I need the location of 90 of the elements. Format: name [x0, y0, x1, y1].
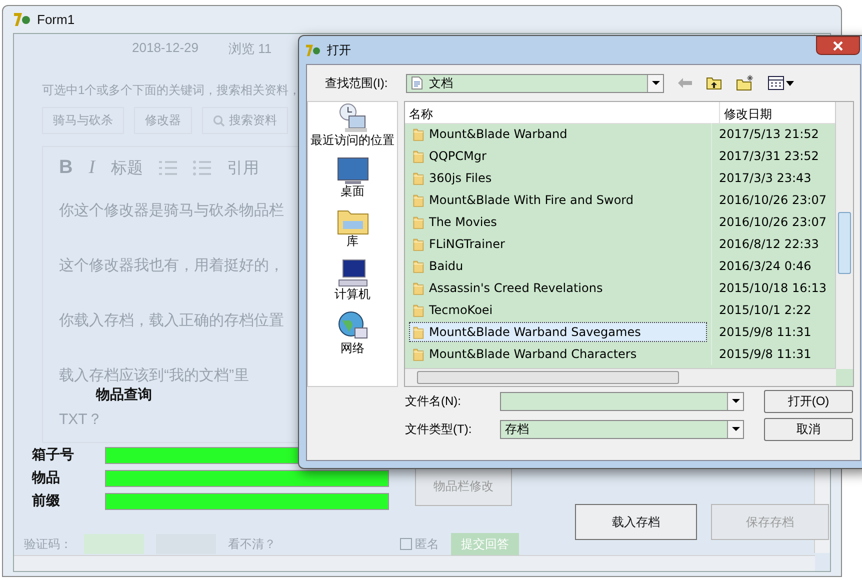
answer-paragraph: 这个修改器我也有，用着挺好的， — [59, 256, 284, 276]
folder-icon — [412, 258, 424, 274]
date-cell: 2015/9/8 11:31 — [711, 321, 812, 343]
file-type-dropdown[interactable]: 存档 — [500, 420, 744, 438]
hint-text: 可选中1个或多个下面的关键词，搜索相关资料， — [42, 82, 301, 99]
folder-icon — [412, 214, 424, 230]
file-row[interactable]: QQPCMgr — [409, 146, 707, 166]
caret-icon — [652, 81, 660, 85]
input-field[interactable] — [105, 470, 389, 486]
up-folder-icon[interactable] — [706, 76, 722, 90]
folder-icon — [412, 236, 424, 252]
field-label: 箱子号 — [32, 446, 75, 464]
checkbox[interactable] — [400, 538, 412, 550]
view-menu-icon[interactable] — [768, 76, 794, 90]
file-row[interactable]: Mount&Blade Warband — [409, 124, 707, 144]
date-cell: 2016/3/24 0:46 — [711, 255, 812, 277]
date-cell: 2015/10/18 16:13 — [711, 277, 827, 299]
folder-icon — [412, 148, 424, 164]
answer-paragraph: 你载入存档，载入正确的存档位置 — [59, 311, 284, 331]
caret-icon — [732, 399, 740, 403]
document-icon — [411, 76, 423, 90]
column-header[interactable]: 修改日期 — [720, 102, 776, 123]
folder-icon — [412, 302, 424, 318]
folder-icon — [412, 280, 424, 296]
post-meta-text: 2018-12-29 — [132, 40, 198, 57]
post-meta-text: 浏览 11 — [228, 40, 272, 58]
field-label: 前缀 — [32, 492, 61, 510]
place-item[interactable]: 库 — [308, 207, 396, 248]
place-item[interactable]: 计算机 — [308, 258, 396, 300]
file-row[interactable]: 360js Files — [409, 168, 707, 188]
date-cell: 2015/10/1 2:22 — [711, 299, 812, 321]
captcha-image — [156, 534, 216, 554]
monitor-icon — [336, 156, 368, 185]
folder-icon — [412, 126, 424, 142]
file-row[interactable]: Mount&Blade Warband Savegames — [409, 322, 707, 342]
date-cell: 2017/3/31 23:52 — [711, 145, 819, 167]
look-in-label: 查找范围(I): — [325, 74, 389, 92]
date-cell: 2017/3/3 23:43 — [711, 167, 812, 189]
captcha-field[interactable] — [84, 534, 144, 554]
field-label: 物品 — [32, 469, 61, 487]
date-cell: 2017/5/13 21:52 — [711, 123, 819, 145]
close-icon — [833, 40, 843, 50]
open-button[interactable]: 打开(O) — [764, 390, 853, 412]
folder-icon — [412, 192, 424, 208]
computer-icon — [336, 258, 368, 288]
bullet-list-icon[interactable] — [193, 160, 212, 176]
new-folder-icon[interactable] — [736, 75, 754, 91]
file-row[interactable]: TecmoKoei — [409, 300, 707, 320]
form-button[interactable]: 载入存档 — [575, 504, 697, 540]
captcha-label: 验证码： — [24, 536, 72, 552]
answer-paragraph: TXT？ — [59, 410, 102, 430]
anonymous-label: 匿名 — [415, 536, 439, 552]
date-cell: 2016/10/26 23:07 — [711, 189, 827, 211]
close-button[interactable] — [816, 36, 860, 55]
file-name-label: 文件名(N): — [405, 392, 462, 410]
cancel-button[interactable]: 取消 — [764, 418, 853, 440]
file-row[interactable]: Mount&Blade With Fire and Sword — [409, 190, 707, 210]
app-logo-icon — [13, 11, 31, 27]
look-in-dropdown[interactable]: 文档 — [406, 74, 664, 92]
file-row[interactable]: Baidu — [409, 256, 707, 276]
dialog-title: 打开 — [327, 42, 351, 58]
answer-paragraph: 你这个修改器是骑马与砍杀物品栏 — [59, 201, 284, 221]
file-row[interactable]: Assassin's Creed Revelations — [409, 278, 707, 298]
horizontal-scrollbar[interactable] — [405, 368, 836, 386]
horizontal-scrollbar[interactable] — [14, 555, 815, 571]
window-title: Form1 — [37, 12, 75, 26]
folder-icon — [412, 324, 424, 340]
date-cell: 2015/9/8 11:31 — [711, 343, 812, 365]
section-title: 物品查询 — [96, 386, 152, 404]
search-icon — [213, 114, 225, 126]
file-row[interactable]: The Movies — [409, 212, 707, 232]
answer-paragraph: 载入存档应该到“我的文档”里 — [59, 366, 249, 386]
input-field[interactable] — [105, 492, 389, 510]
date-cell: 2016/10/26 23:07 — [711, 211, 827, 233]
caret-icon — [732, 427, 740, 431]
vertical-scrollbar[interactable] — [835, 102, 853, 369]
column-header[interactable]: 名称 — [405, 102, 720, 123]
numbered-list-icon[interactable] — [159, 160, 178, 176]
folder-icon — [412, 170, 424, 186]
place-item[interactable]: 网络 — [308, 310, 396, 355]
back-arrow-icon[interactable] — [678, 78, 692, 88]
file-name-field[interactable] — [500, 392, 744, 410]
app-logo-icon — [305, 43, 321, 57]
place-item[interactable]: 桌面 — [308, 156, 396, 198]
file-row[interactable]: Mount&Blade Warband Characters — [409, 344, 707, 364]
place-item[interactable]: 最近访问的位置 — [308, 102, 396, 147]
file-row[interactable]: FLiNGTrainer — [409, 234, 707, 254]
folder-icon — [412, 346, 424, 362]
file-type-label: 文件类型(T): — [405, 420, 473, 438]
date-cell: 2016/8/12 22:33 — [711, 233, 819, 255]
